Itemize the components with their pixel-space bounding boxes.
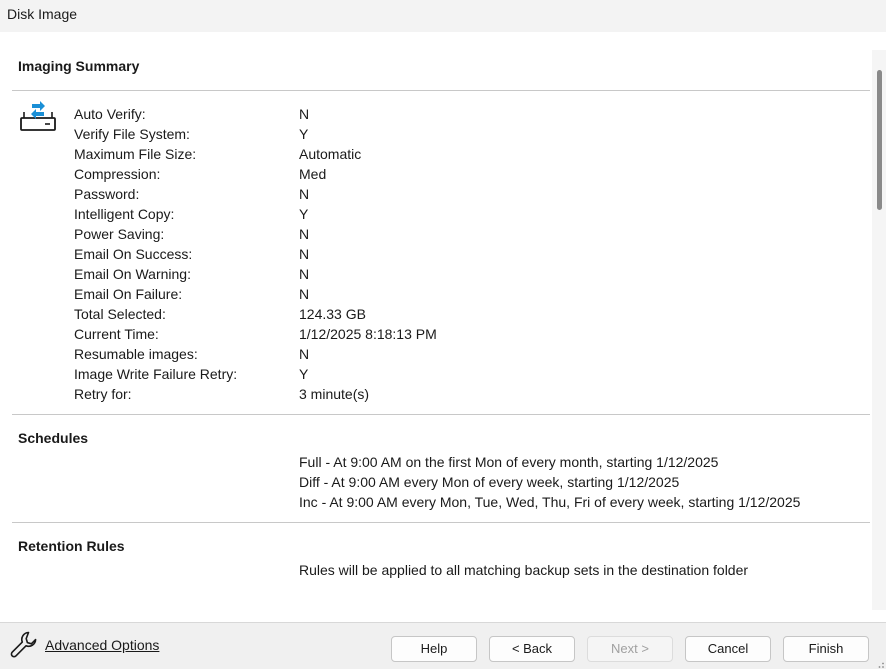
summary-scroll-area[interactable]: Imaging Summary Auto Verify: N Verify Fi… [0,50,872,622]
schedule-item: Inc - At 9:00 AM every Mon, Tue, Wed, Th… [299,494,801,510]
summary-value: N [299,246,310,262]
wrench-icon[interactable] [8,629,40,661]
summary-value: 1/12/2025 8:18:13 PM [299,326,437,342]
summary-row: Total Selected: 124.33 GB [0,304,860,324]
schedules-heading: Schedules [18,430,89,446]
summary-value: Med [299,166,327,182]
help-button[interactable]: Help [391,636,477,662]
summary-row: Maximum File Size: Automatic [0,144,860,164]
vertical-scrollbar[interactable] [872,50,886,610]
retention-rules-heading: Retention Rules [18,538,125,554]
summary-row: Current Time: 1/12/2025 8:18:13 PM [0,324,860,344]
next-button[interactable]: Next > [587,636,673,662]
summary-row: Resumable images: N [0,344,860,364]
summary-label: Maximum File Size: [74,146,197,162]
summary-row: Email On Warning: N [0,264,860,284]
summary-label: Compression: [74,166,161,182]
window-title: Disk Image [7,6,78,22]
summary-label: Retry for: [74,386,132,402]
summary-row: Email On Failure: N [0,284,860,304]
summary-value: N [299,346,310,362]
summary-row: Image Write Failure Retry: Y [0,364,860,384]
summary-label: Total Selected: [74,306,166,322]
summary-value: 3 minute(s) [299,386,370,402]
cancel-button[interactable]: Cancel [685,636,771,662]
back-button[interactable]: < Back [489,636,575,662]
dialog-footer: Advanced Options Help < Back Next > Canc… [0,622,886,669]
summary-label: Resumable images: [74,346,198,362]
divider [12,90,870,91]
summary-row: Auto Verify: N [0,104,860,124]
retention-rules-text: Rules will be applied to all matching ba… [299,562,749,578]
title-bar: Disk Image [0,0,886,32]
summary-label: Email On Failure: [74,286,183,302]
summary-row: Email On Success: N [0,244,860,264]
summary-label: Password: [74,186,140,202]
summary-value: N [299,226,310,242]
summary-value: N [299,106,310,122]
summary-row: Compression: Med [0,164,860,184]
summary-label: Email On Warning: [74,266,191,282]
imaging-summary-heading: Imaging Summary [18,58,140,74]
summary-panel[interactable]: Imaging Summary Auto Verify: N Verify Fi… [0,32,886,622]
summary-value: Y [299,126,309,142]
summary-row: Retry for: 3 minute(s) [0,384,860,404]
summary-label: Email On Success: [74,246,193,262]
schedule-item: Full - At 9:00 AM on the first Mon of ev… [299,454,719,470]
summary-value: N [299,286,310,302]
summary-value: Automatic [299,146,362,162]
summary-label: Power Saving: [74,226,165,242]
resize-grip-icon[interactable] [875,659,885,669]
summary-value: 124.33 GB [299,306,366,322]
summary-value: N [299,266,310,282]
summary-label: Auto Verify: [74,106,146,122]
summary-value: Y [299,366,309,382]
summary-row: Power Saving: N [0,224,860,244]
scrollbar-thumb[interactable] [877,70,882,210]
summary-label: Current Time: [74,326,159,342]
divider [12,414,870,415]
summary-row: Intelligent Copy: Y [0,204,860,224]
disk-image-window: Disk Image Imaging Summary Auto Verify: … [0,0,886,669]
advanced-options-link[interactable]: Advanced Options [45,637,159,653]
summary-label: Intelligent Copy: [74,206,175,222]
finish-button[interactable]: Finish [783,636,869,662]
schedule-item: Diff - At 9:00 AM every Mon of every wee… [299,474,680,490]
summary-label: Verify File System: [74,126,190,142]
summary-value: Y [299,206,309,222]
summary-row: Password: N [0,184,860,204]
summary-label: Image Write Failure Retry: [74,366,238,382]
summary-row: Verify File System: Y [0,124,860,144]
summary-value: N [299,186,310,202]
divider [12,522,870,523]
